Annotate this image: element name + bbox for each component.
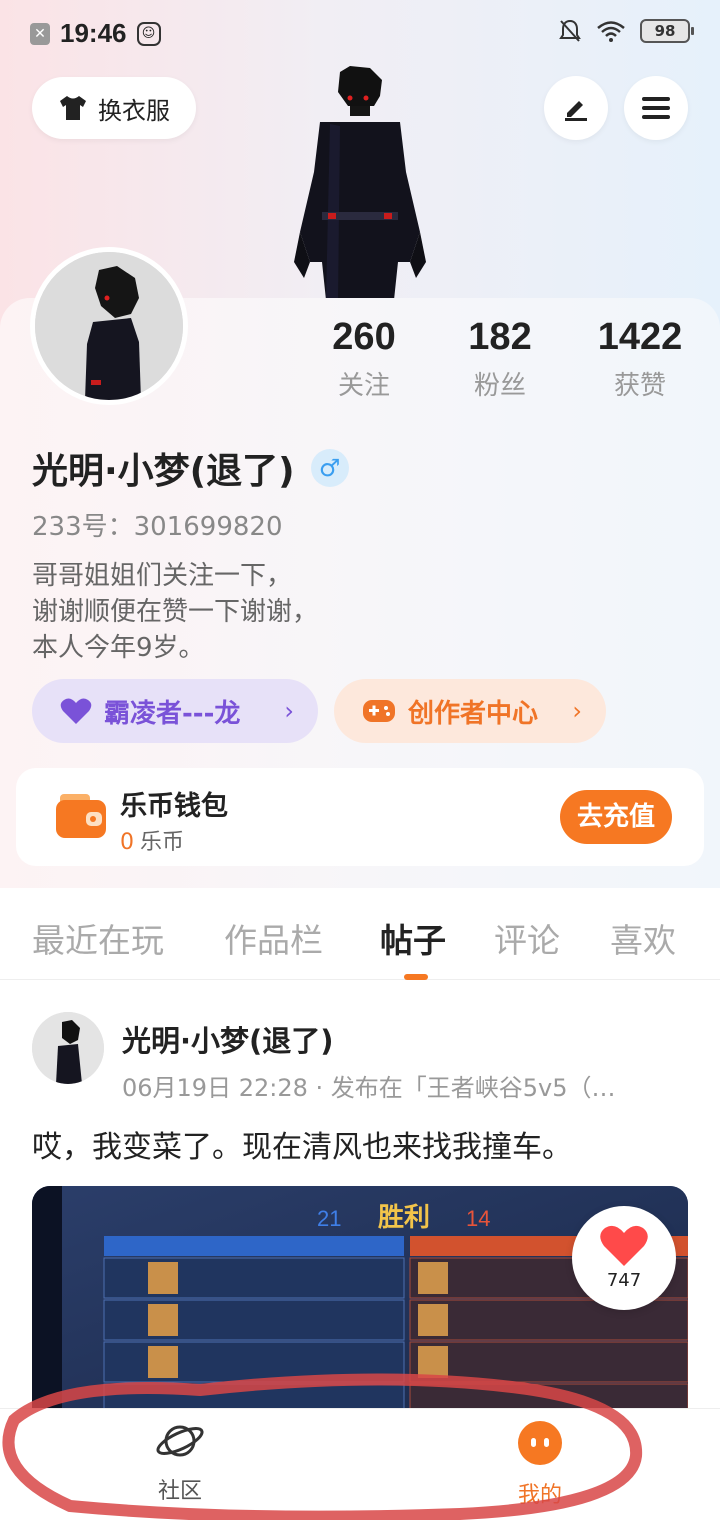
- stat-likes-count: 1422: [597, 316, 683, 358]
- stat-following[interactable]: 260 关注: [294, 316, 434, 402]
- creator-center-button[interactable]: 创作者中心 ›: [334, 679, 606, 743]
- bio-line: 谢谢顺便在赞一下谢谢，: [32, 597, 319, 627]
- game-result-label: 胜利: [378, 1203, 430, 1233]
- status-bar: ✕ 19:46 ☺ 98: [0, 0, 720, 66]
- badge-label: 霸凌者---龙: [104, 698, 241, 729]
- menu-icon: [642, 97, 670, 119]
- post-author-avatar[interactable]: [32, 1012, 104, 1084]
- stat-fans-label: 粉丝: [473, 371, 526, 401]
- wallet-icon: [56, 794, 106, 838]
- nav-community-label: 社区: [157, 1479, 202, 1504]
- profile-stats: 260 关注 182 粉丝 1422 获赞: [300, 316, 720, 416]
- profile-name-row: 光明·小梦(退了) ♂: [32, 442, 349, 494]
- like-button[interactable]: 747: [572, 1206, 676, 1310]
- heart-icon: [600, 1225, 648, 1266]
- game-score-right: 14: [466, 1206, 490, 1231]
- change-outfit-label: 换衣服: [98, 96, 170, 125]
- post-meta: 06月19日 22:28 · 发布在「王者峡谷5v5（…: [122, 1074, 616, 1102]
- wifi-icon: [597, 21, 625, 42]
- tab-posts[interactable]: 帖子: [380, 914, 446, 962]
- post-avatar-portrait: [32, 1012, 104, 1084]
- avatar-portrait: [35, 252, 183, 400]
- game-score-left: 21: [317, 1206, 341, 1231]
- stat-following-label: 关注: [337, 371, 390, 401]
- stat-likes-label: 获赞: [613, 371, 666, 401]
- planet-icon: [156, 1425, 204, 1457]
- wallet-title: 乐币钱包: [120, 791, 228, 822]
- mute-bell-icon: [559, 19, 581, 42]
- tab-works[interactable]: 作品栏: [224, 914, 323, 962]
- edit-profile-button[interactable]: [544, 76, 608, 140]
- chevron-right-icon: ›: [572, 697, 582, 725]
- profile-bio: 哥哥姐姐们关注一下， 谢谢顺便在赞一下谢谢， 本人今年9岁。: [32, 558, 632, 666]
- profile-name: 光明·小梦(退了): [32, 451, 295, 492]
- stat-following-count: 260: [332, 316, 396, 358]
- like-count: 747: [606, 1270, 642, 1291]
- status-time: 19:46: [60, 18, 127, 48]
- wallet-balance-amount: 0: [120, 830, 134, 855]
- heart-icon: [60, 698, 92, 724]
- avatar-character-figure: [294, 66, 426, 300]
- stat-fans-count: 182: [468, 316, 532, 358]
- smile-face-icon: [518, 1421, 562, 1465]
- app-notification-icon: ☺: [136, 21, 161, 46]
- nav-mine-label: 我的: [517, 1483, 562, 1508]
- content-tabs: 最近在玩 作品栏 帖子 评论 喜欢: [0, 890, 720, 980]
- change-outfit-button[interactable]: 换衣服: [32, 77, 196, 139]
- tshirt-icon: [60, 96, 86, 120]
- bio-line: 本人今年9岁。: [32, 633, 205, 663]
- stat-fans[interactable]: 182 粉丝: [430, 316, 570, 402]
- post-author-name[interactable]: 光明·小梦(退了): [122, 1018, 334, 1060]
- gamepad-icon: [363, 700, 395, 722]
- bottom-navigation: 社区 我的: [0, 1408, 720, 1520]
- wallet-balance-unit: 乐币: [140, 830, 185, 855]
- nav-community[interactable]: 社区: [120, 1419, 240, 1505]
- tab-comments[interactable]: 评论: [494, 914, 560, 962]
- tab-recently-played[interactable]: 最近在玩: [32, 914, 164, 962]
- bio-line: 哥哥姐姐们关注一下，: [32, 561, 293, 591]
- gender-male-icon: ♂: [310, 449, 349, 487]
- badge-button[interactable]: 霸凌者---龙 ›: [32, 679, 318, 743]
- stat-likes[interactable]: 1422 获赞: [570, 316, 710, 402]
- nav-mine[interactable]: 我的: [480, 1419, 600, 1509]
- post-text[interactable]: 哎，我变菜了。现在清风也来找我撞车。: [32, 1122, 572, 1166]
- menu-button[interactable]: [624, 76, 688, 140]
- notification-close-icon: ✕: [30, 22, 50, 45]
- avatar[interactable]: [30, 247, 188, 405]
- wallet-balance: 0 乐币: [120, 824, 184, 856]
- battery-indicator: 98: [640, 19, 694, 43]
- chevron-right-icon: ›: [284, 697, 294, 725]
- tab-likes[interactable]: 喜欢: [610, 914, 676, 962]
- wallet-card[interactable]: 乐币钱包 0 乐币 去充值: [16, 768, 704, 866]
- creator-center-label: 创作者中心: [408, 698, 539, 729]
- active-tab-indicator: [404, 974, 428, 980]
- pen-icon: [565, 101, 587, 121]
- user-id[interactable]: 233号：301699820: [32, 506, 283, 543]
- recharge-button[interactable]: 去充值: [560, 790, 672, 844]
